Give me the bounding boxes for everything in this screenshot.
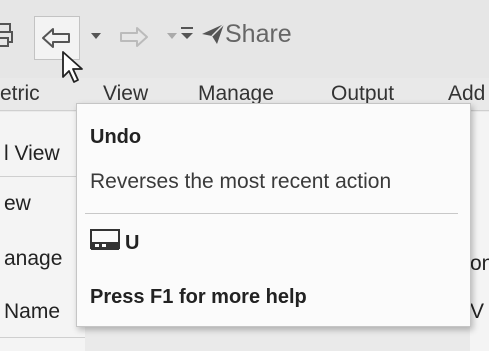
undo-arrow-icon — [42, 28, 70, 48]
list-item[interactable]: anage — [4, 247, 62, 271]
customize-qat-icon[interactable] — [180, 25, 194, 46]
redo-arrow-icon — [120, 27, 148, 47]
tooltip-description: Reverses the most recent action — [90, 170, 392, 193]
keytip-label: U — [125, 232, 140, 254]
undo-tooltip: Undo Reverses the most recent action U P… — [76, 103, 471, 327]
list-item[interactable]: l View — [4, 142, 60, 166]
tab-parametric[interactable]: etric — [0, 82, 40, 106]
keyboard-icon — [90, 229, 120, 258]
list-item[interactable]: Name — [4, 300, 60, 324]
right-panel: on V — [470, 112, 489, 351]
help-hint: Press F1 for more help — [90, 286, 307, 308]
printer-icon[interactable] — [0, 22, 16, 54]
undo-dropdown-icon[interactable] — [91, 33, 101, 39]
mouse-pointer-icon — [61, 50, 85, 89]
row-divider — [0, 337, 85, 338]
paper-plane-icon[interactable] — [201, 22, 225, 51]
left-panel-list: l View ew anage Name — [0, 112, 85, 351]
list-item[interactable]: on — [470, 252, 489, 276]
tooltip-title: Undo — [90, 126, 142, 148]
share-button[interactable]: Share — [225, 20, 292, 49]
list-item[interactable]: ew — [4, 192, 31, 216]
redo-button[interactable] — [117, 26, 149, 53]
row-divider — [0, 176, 85, 177]
list-item[interactable]: V — [470, 300, 484, 324]
redo-dropdown-icon[interactable] — [167, 33, 177, 39]
tooltip-divider — [85, 213, 458, 214]
